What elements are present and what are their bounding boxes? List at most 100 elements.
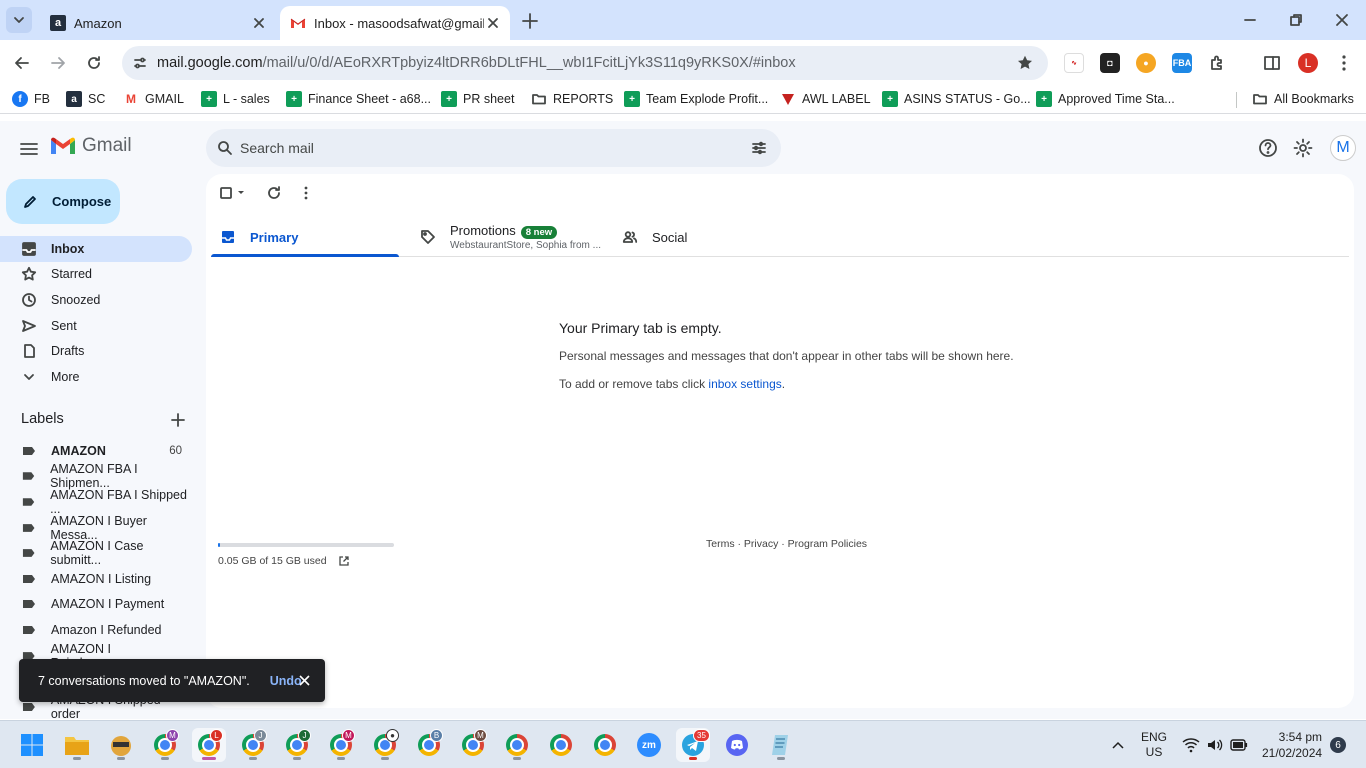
bookmark-awl-label[interactable]: AWL LABEL <box>780 91 871 107</box>
hamburger-menu-icon[interactable] <box>18 138 40 160</box>
chrome-profile-4[interactable]: J <box>280 728 314 762</box>
reload-icon[interactable] <box>84 53 104 73</box>
label-item[interactable]: AMAZON 60 <box>0 438 192 464</box>
close-icon[interactable] <box>252 16 266 30</box>
search-input[interactable] <box>240 129 720 167</box>
tab-social[interactable]: Social <box>622 218 687 256</box>
all-bookmarks[interactable]: All Bookmarks <box>1252 91 1354 107</box>
search-bar[interactable] <box>206 129 781 167</box>
tab-promotions[interactable]: Promotions 8 new WebstaurantStore, Sophia… <box>420 218 601 256</box>
zoom-app[interactable]: zm <box>632 728 666 762</box>
settings-gear-icon[interactable] <box>1292 137 1314 159</box>
close-icon[interactable] <box>486 16 500 30</box>
chrome-profile-9[interactable] <box>500 728 534 762</box>
battery-icon[interactable] <box>1230 738 1248 752</box>
file-explorer-app[interactable] <box>60 728 94 762</box>
nav-more[interactable]: More <box>0 364 192 390</box>
chrome-profile-7[interactable]: B <box>412 728 446 762</box>
compose-button[interactable]: Compose <box>6 179 120 224</box>
extensions-puzzle-icon[interactable] <box>1208 53 1228 73</box>
wifi-icon[interactable] <box>1182 737 1200 753</box>
bookmark-finance-sheet[interactable]: + Finance Sheet - a68... <box>286 91 431 107</box>
search-icon[interactable] <box>217 140 233 156</box>
extension-orange-icon[interactable]: ● <box>1136 53 1156 73</box>
more-vert-icon[interactable] <box>1334 53 1354 73</box>
chrome-profile-1[interactable]: M <box>148 728 182 762</box>
bookmark-asins-status[interactable]: + ASINS STATUS - Go... <box>882 91 1031 107</box>
telegram-app[interactable]: 35 <box>676 728 710 762</box>
inbox-settings-link[interactable]: inbox settings <box>708 377 781 391</box>
bookmark-reports[interactable]: REPORTS <box>531 91 613 107</box>
nav-starred[interactable]: Starred <box>0 261 192 287</box>
browser-tab-amazon[interactable]: a Amazon <box>40 6 276 40</box>
label-item[interactable]: AMAZON I Payment <box>0 591 192 617</box>
minimize-icon[interactable] <box>1240 10 1260 30</box>
language-indicator[interactable]: ENG US <box>1141 730 1167 760</box>
app-cat[interactable] <box>104 728 138 762</box>
chrome-app[interactable] <box>544 728 578 762</box>
bookmark-team-explode[interactable]: + Team Explode Profit... <box>624 91 768 107</box>
restore-icon[interactable] <box>1286 10 1306 30</box>
chrome-profile-6[interactable]: ● <box>368 728 402 762</box>
close-window-icon[interactable] <box>1332 10 1352 30</box>
footer-links[interactable]: Terms · Privacy · Program Policies <box>706 538 867 550</box>
back-arrow-icon[interactable] <box>12 53 32 73</box>
nav-sent[interactable]: Sent <box>0 313 192 339</box>
label-item[interactable]: AMAZON I Buyer Messa... <box>0 514 192 542</box>
chrome-profile-8[interactable]: M <box>456 728 490 762</box>
notepad-app[interactable] <box>764 728 798 762</box>
select-dropdown-icon[interactable] <box>236 184 254 202</box>
profile-badge: M <box>474 729 487 742</box>
new-tab-icon[interactable] <box>518 9 542 33</box>
close-icon[interactable] <box>298 674 311 687</box>
extension-keepa-icon[interactable]: ∿ <box>1064 53 1084 73</box>
more-vert-icon[interactable] <box>297 184 315 202</box>
chrome-profile-2[interactable]: L <box>192 728 226 762</box>
profile-avatar[interactable]: L <box>1298 53 1318 73</box>
tab-primary[interactable]: Primary <box>220 218 298 256</box>
clock[interactable]: 3:54 pm 21/02/2024 <box>1262 729 1322 761</box>
chrome-profile-3[interactable]: J <box>236 728 270 762</box>
inbox-icon <box>22 242 36 256</box>
chrome-profile-10[interactable] <box>588 728 622 762</box>
label-item[interactable]: AMAZON I Case submitt... <box>0 539 192 567</box>
bookmark-approved-time[interactable]: + Approved Time Sta... <box>1036 91 1175 107</box>
label-item[interactable]: AMAZON I Listing <box>0 566 192 592</box>
open-external-icon[interactable] <box>338 555 350 567</box>
gmail-icon <box>290 15 306 31</box>
nav-snoozed[interactable]: Snoozed <box>0 287 192 313</box>
discord-app[interactable] <box>720 728 754 762</box>
chrome-profile-5[interactable]: M <box>324 728 358 762</box>
browser-tab-inbox[interactable]: Inbox - masoodsafwat@gmail.c <box>280 6 510 40</box>
refresh-icon[interactable] <box>265 184 283 202</box>
notification-badge[interactable]: 6 <box>1330 737 1346 753</box>
extension-fba-icon[interactable]: FBA <box>1172 53 1192 73</box>
help-icon[interactable] <box>1257 137 1279 159</box>
forward-arrow-icon[interactable] <box>48 53 68 73</box>
bookmark-sc[interactable]: a SC <box>66 91 105 107</box>
label-item[interactable]: AMAZON FBA I Shipmen... <box>0 462 192 490</box>
tab-search-button[interactable] <box>6 7 32 33</box>
volume-icon[interactable] <box>1206 737 1224 753</box>
select-checkbox-icon[interactable] <box>218 184 236 202</box>
gmail-logo[interactable]: Gmail <box>50 135 132 157</box>
nav-drafts[interactable]: Drafts <box>0 338 192 364</box>
label-item[interactable]: AMAZON FBA I Shipped ... <box>0 488 192 516</box>
side-panel-icon[interactable] <box>1262 53 1282 73</box>
start-button[interactable] <box>15 728 49 762</box>
bookmark-fb[interactable]: f FB <box>12 91 50 107</box>
extension-camera-icon[interactable]: ◘ <box>1100 53 1120 73</box>
account-avatar[interactable]: M <box>1330 135 1356 161</box>
address-bar[interactable]: mail.google.com/mail/u/0/d/AEoRXRTpbyiz4… <box>122 46 1048 80</box>
nav-inbox[interactable]: Inbox <box>0 236 192 262</box>
bookmark-pr-sheet[interactable]: + PR sheet <box>441 91 514 107</box>
label-item[interactable]: Amazon I Refunded <box>0 617 192 643</box>
bookmark-l-sales[interactable]: + L - sales <box>201 91 270 107</box>
site-info-icon[interactable] <box>132 55 148 71</box>
undo-button[interactable]: Undo <box>270 674 302 688</box>
search-options-icon[interactable] <box>751 140 767 156</box>
bookmark-star-icon[interactable] <box>1016 54 1034 72</box>
add-label-icon[interactable] <box>170 412 186 428</box>
bookmark-gmail[interactable]: M GMAIL <box>123 91 184 107</box>
chevron-up-icon[interactable] <box>1111 738 1125 752</box>
